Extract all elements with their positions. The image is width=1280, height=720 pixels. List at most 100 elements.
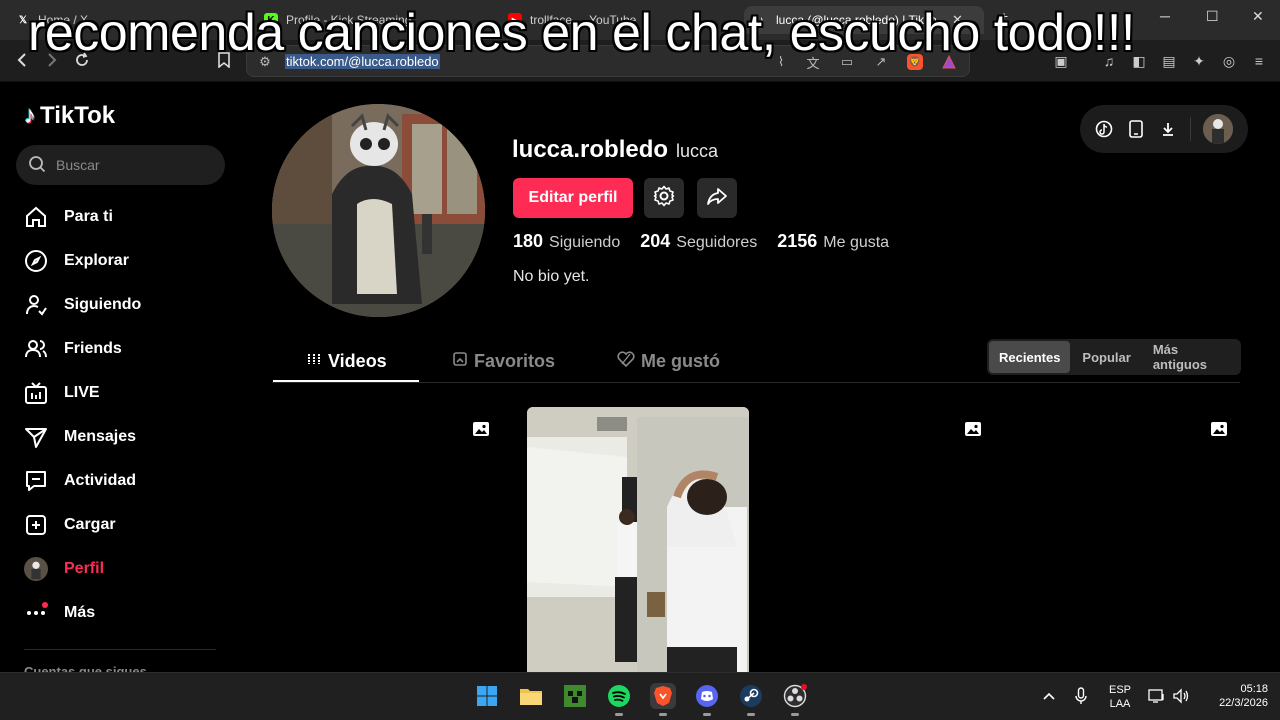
live-tv-icon [24, 381, 48, 405]
search-input[interactable] [56, 157, 216, 173]
sort-popular[interactable]: Popular [1072, 341, 1140, 373]
sidebar-item-siguiendo[interactable]: Siguiendo [24, 291, 141, 319]
obs-studio-icon[interactable] [782, 683, 808, 709]
upload-plus-icon [24, 513, 48, 537]
show-hidden-icons-icon[interactable] [1036, 683, 1062, 709]
spotify-icon[interactable] [606, 683, 632, 709]
tiktok-coin-icon[interactable] [1094, 119, 1114, 139]
share-profile-button[interactable] [697, 178, 737, 218]
user-follow-icon [24, 293, 48, 317]
stat-label: Siguiendo [549, 234, 621, 251]
language-code: ESP [1108, 684, 1131, 696]
tab-label: Videos [328, 350, 387, 371]
profile-bio: No bio yet. [513, 268, 590, 285]
tab-videos[interactable]: Videos [306, 348, 387, 374]
menu-icon[interactable]: ≡ [1250, 52, 1268, 70]
share-arrow-icon [706, 185, 728, 212]
brave-browser-icon[interactable] [650, 683, 676, 709]
video-thumbnail[interactable] [527, 407, 749, 672]
grid-icon [306, 351, 322, 372]
sidebar-item-cargar[interactable]: Cargar [24, 511, 116, 539]
sidebar-item-label: Actividad [64, 472, 137, 489]
file-explorer-icon[interactable] [518, 683, 544, 709]
minimize-icon[interactable]: ─ [1160, 8, 1170, 24]
user-avatar-mini[interactable] [1203, 114, 1233, 144]
running-indicator [747, 713, 755, 716]
windows-taskbar: ESP LAA 05:18 22/3/2026 [0, 672, 1280, 720]
tab-favoritos[interactable]: Favoritos [452, 348, 555, 374]
tab-me-gusto[interactable]: Me gustó [617, 348, 720, 374]
sidebar-item-mensajes[interactable]: Mensajes [24, 423, 136, 451]
running-indicator [703, 713, 711, 716]
tiktok-logo[interactable]: ♪ TikTok [24, 102, 115, 130]
send-icon [24, 425, 48, 449]
search-icon [28, 155, 46, 176]
wallet-icon[interactable]: ▤ [1160, 52, 1178, 70]
image-placeholder-icon[interactable] [472, 420, 490, 438]
steam-icon[interactable] [738, 683, 764, 709]
vpn-icon[interactable]: ◎ [1220, 52, 1238, 70]
maximize-icon[interactable]: ☐ [1206, 8, 1219, 25]
volume-icon[interactable] [1168, 683, 1194, 709]
sort-mas-antiguos[interactable]: Más antiguos [1143, 341, 1239, 373]
network-icon[interactable] [1144, 683, 1170, 709]
friends-icon [24, 337, 48, 361]
search-box[interactable] [16, 145, 225, 185]
stat-value: 180 [513, 231, 544, 251]
microphone-icon[interactable] [1068, 683, 1094, 709]
divider [1190, 117, 1191, 141]
stat-value: 2156 [777, 231, 818, 251]
clock-date: 22/3/2026 [1219, 697, 1268, 709]
sidebar-item-explorar[interactable]: Explorar [24, 247, 129, 275]
sidebar-item-label: Mensajes [64, 428, 137, 445]
keyboard-layout: LAA [1109, 698, 1131, 710]
top-actions-bar [1080, 105, 1248, 153]
sort-recientes[interactable]: Recientes [989, 341, 1071, 373]
profile-username: lucca.robledo [512, 136, 669, 163]
image-placeholder-icon[interactable] [964, 420, 982, 438]
download-icon[interactable] [1158, 119, 1178, 139]
input-language[interactable]: ESP LAA [1106, 683, 1134, 711]
leo-ai-icon[interactable]: ✦ [1190, 52, 1208, 70]
compass-icon [24, 249, 48, 273]
active-tab-indicator [273, 380, 419, 382]
sidebar-item-label: LIVE [64, 384, 100, 401]
profile-avatar-large[interactable] [272, 104, 485, 317]
clock-time: 05:18 [1240, 683, 1268, 695]
tiktok-note-icon: ♪ [24, 102, 36, 129]
tab-label: Favoritos [474, 350, 556, 371]
stat-value: 204 [640, 231, 671, 251]
minecraft-icon[interactable] [562, 683, 588, 709]
running-indicator [791, 713, 799, 716]
close-window-icon[interactable]: ✕ [1252, 8, 1264, 25]
sidebar-item-actividad[interactable]: Actividad [24, 467, 136, 495]
stream-overlay-caption: recomenda canciones en el chat, escucho … [28, 4, 1135, 62]
sidebar-item-label: Explorar [64, 252, 129, 269]
bookmark-icon [452, 351, 468, 372]
image-placeholder-icon[interactable] [1210, 420, 1228, 438]
likes-stat: 2156 Me gusta [777, 231, 889, 252]
phone-app-icon[interactable] [1126, 119, 1146, 139]
profile-nickname: lucca [676, 141, 719, 161]
sort-toggle-group: Recientes Popular Más antiguos [987, 339, 1241, 375]
more-dots-icon [24, 601, 48, 625]
followers-stat[interactable]: 204 Seguidores [640, 231, 757, 252]
clock[interactable]: 05:18 22/3/2026 [1200, 682, 1268, 710]
stat-label: Me gusta [823, 234, 890, 251]
gear-icon [653, 185, 675, 212]
sidebar-item-label: Más [64, 604, 96, 621]
windows-start-icon[interactable] [474, 683, 500, 709]
sidebar-item-para-ti[interactable]: Para ti [24, 203, 113, 231]
sidebar-item-mas[interactable]: Más [24, 599, 95, 627]
home-icon [24, 205, 48, 229]
sidebar-item-perfil[interactable]: Perfil [24, 555, 104, 583]
stat-label: Seguidores [676, 234, 758, 251]
following-stat[interactable]: 180 Siguiendo [513, 231, 620, 252]
sidebar-item-live[interactable]: LIVE [24, 379, 100, 407]
settings-button[interactable] [644, 178, 684, 218]
sidebar-item-friends[interactable]: Friends [24, 335, 122, 363]
edit-profile-button[interactable]: Editar perfil [513, 178, 633, 218]
discord-icon[interactable] [694, 683, 720, 709]
sidebar-item-label: Perfil [64, 560, 105, 577]
tab-label: Me gustó [641, 350, 720, 371]
